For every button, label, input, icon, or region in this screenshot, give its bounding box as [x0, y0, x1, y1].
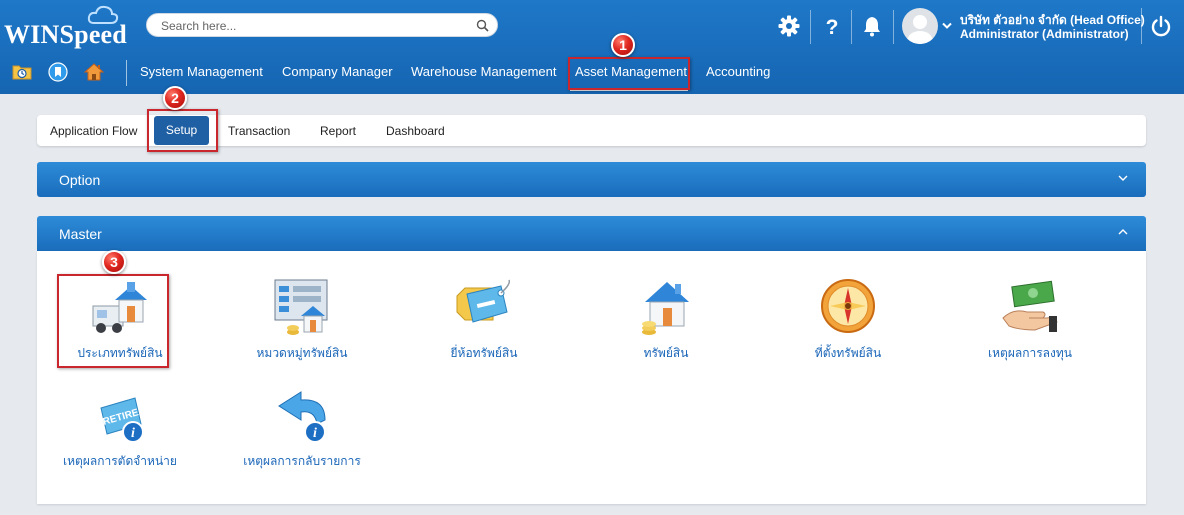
master-item-label: ทรัพย์สิน: [643, 346, 689, 360]
header-divider: [851, 10, 852, 44]
master-item-label: เหตุผลการตัดจำหน่าย: [63, 454, 177, 468]
header-divider: [810, 10, 811, 44]
asset-category-icon: [274, 279, 328, 335]
tab-dashboard[interactable]: Dashboard: [386, 124, 445, 138]
highlight-asset-type: [57, 274, 169, 368]
nav-divider: [126, 60, 127, 86]
cloud-icon: [87, 5, 119, 24]
user-name: Administrator (Administrator): [960, 27, 1129, 41]
nav-accounting[interactable]: Accounting: [706, 64, 770, 79]
master-item-asset-location[interactable]: ที่ตั้งทรัพย์สิน: [768, 278, 928, 363]
compass-icon: [821, 279, 875, 333]
master-item-investment-reason[interactable]: เหตุผลการลงทุน: [950, 278, 1110, 363]
chevron-down-icon[interactable]: [1118, 174, 1128, 182]
svg-text:i: i: [131, 426, 135, 441]
avatar[interactable]: [902, 8, 938, 44]
master-panel-header[interactable]: Master: [37, 216, 1146, 251]
master-item-label: ที่ตั้งทรัพย์สิน: [814, 346, 882, 360]
search-input[interactable]: [159, 17, 463, 35]
nav-warehouse-management[interactable]: Warehouse Management: [411, 64, 557, 79]
tab-report[interactable]: Report: [320, 124, 356, 138]
master-item-asset[interactable]: ทรัพย์สิน: [586, 278, 746, 363]
money-hand-icon: [1002, 280, 1058, 332]
svg-text:?: ?: [826, 16, 839, 38]
master-item-label: เหตุผลการกลับรายการ: [243, 454, 361, 468]
bell-icon[interactable]: [860, 14, 884, 38]
header-divider: [893, 10, 894, 44]
step-badge-3: 3: [102, 250, 126, 274]
bookmark-icon[interactable]: [48, 62, 68, 82]
master-item-label: ยี่ห้อทรัพย์สิน: [450, 346, 518, 360]
asset-house-icon: [642, 282, 689, 335]
user-icon: [906, 15, 934, 44]
nav-system-management[interactable]: System Management: [140, 64, 263, 79]
search-icon[interactable]: [476, 19, 489, 32]
option-panel-title: Option: [59, 172, 101, 188]
step-badge-1: 1: [611, 33, 635, 57]
power-icon[interactable]: [1149, 14, 1173, 38]
tab-transaction[interactable]: Transaction: [228, 124, 290, 138]
retire-info-icon: RETIRE i: [100, 397, 144, 443]
chevron-up-icon[interactable]: [1118, 228, 1128, 236]
gear-icon[interactable]: [777, 14, 801, 38]
chevron-down-icon[interactable]: [942, 22, 952, 30]
home-icon[interactable]: [84, 62, 104, 82]
tag-icon: [456, 279, 511, 323]
calendar-folder-icon[interactable]: [12, 62, 32, 82]
highlight-asset-management: [568, 57, 690, 90]
master-item-reversal-reason[interactable]: i เหตุผลการกลับรายการ: [222, 390, 382, 471]
master-item-asset-category[interactable]: หมวดหมู่ทรัพย์สิน: [222, 278, 382, 363]
help-icon[interactable]: ?: [820, 14, 844, 38]
master-item-label: หมวดหมู่ทรัพย์สิน: [256, 346, 348, 360]
search-box: [146, 13, 498, 37]
tab-application-flow[interactable]: Application Flow: [50, 124, 137, 138]
highlight-setup-tab: [147, 109, 218, 152]
master-item-retirement-reason[interactable]: RETIRE i เหตุผลการตัดจำหน่าย: [40, 390, 200, 471]
step-badge-2: 2: [163, 86, 187, 110]
undo-info-icon: i: [278, 391, 326, 443]
master-item-asset-brand[interactable]: ยี่ห้อทรัพย์สิน: [404, 278, 564, 363]
nav-company-manager[interactable]: Company Manager: [282, 64, 393, 79]
svg-text:i: i: [313, 426, 317, 441]
header-divider: [1141, 8, 1142, 44]
master-panel-title: Master: [59, 226, 102, 242]
option-panel-header[interactable]: Option: [37, 162, 1146, 197]
master-item-label: เหตุผลการลงทุน: [988, 346, 1072, 360]
